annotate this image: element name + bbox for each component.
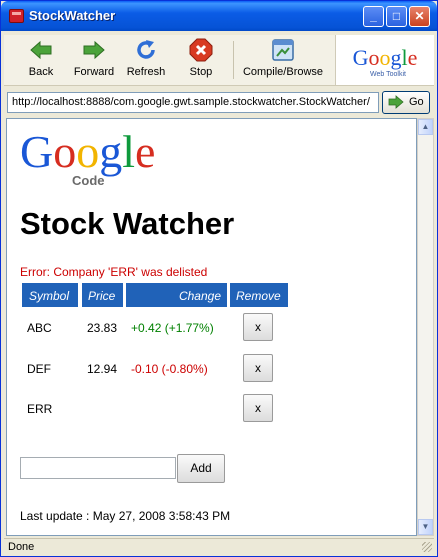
status-bar: Done: [4, 538, 434, 555]
svg-text:Google: Google: [20, 127, 155, 177]
compile-browse-icon: [272, 39, 294, 61]
forward-arrow-icon: [83, 40, 105, 60]
svg-text:Google: Google: [353, 45, 418, 70]
row-price: 12.94: [87, 362, 118, 376]
refresh-button[interactable]: Refresh: [123, 38, 169, 82]
remove-button[interactable]: x: [243, 313, 273, 341]
resize-grip-icon[interactable]: [422, 542, 432, 552]
toolbar-separator: [233, 41, 234, 79]
svg-text:Code: Code: [72, 173, 105, 188]
vertical-scrollbar[interactable]: ▲ ▼: [417, 118, 434, 536]
stop-button[interactable]: Stop: [181, 38, 221, 82]
title-bar[interactable]: StockWatcher _ □ ✕: [1, 1, 437, 31]
page-title: Stock Watcher: [20, 206, 235, 241]
scroll-down-icon[interactable]: ▼: [418, 519, 433, 535]
stop-label: Stop: [189, 66, 213, 78]
page-content: Google Code Stock Watcher Error: Company…: [6, 118, 417, 536]
window-title: StockWatcher: [29, 8, 116, 23]
error-message: Error: Company 'ERR' was delisted: [20, 265, 208, 279]
go-arrow-icon: [388, 95, 404, 109]
last-update: Last update : May 27, 2008 3:58:43 PM: [20, 509, 231, 523]
header-change: Change: [125, 282, 228, 308]
header-price: Price: [81, 282, 124, 308]
row-change: +0.42 (+1.77%): [131, 321, 214, 335]
remove-button[interactable]: x: [243, 394, 273, 422]
scroll-up-icon[interactable]: ▲: [418, 119, 433, 135]
url-field[interactable]: http://localhost:8888/com.google.gwt.sam…: [7, 92, 379, 113]
status-text: Done: [8, 541, 35, 553]
remove-button[interactable]: x: [243, 354, 273, 382]
stop-icon: [189, 38, 213, 62]
gwt-logo: Google Web Toolkit: [335, 35, 434, 85]
address-bar: http://localhost:8888/com.google.gwt.sam…: [4, 90, 434, 116]
google-code-logo-graphic: Google Code: [20, 126, 155, 188]
row-symbol: ERR: [27, 402, 53, 416]
close-button[interactable]: ✕: [409, 6, 430, 27]
row-change: -0.10 (-0.80%): [131, 362, 208, 376]
row-symbol: ABC: [27, 321, 52, 335]
app-icon: [9, 9, 24, 23]
row-symbol: DEF: [27, 362, 51, 376]
new-symbol-input[interactable]: [20, 457, 176, 479]
row-price: 23.83: [87, 321, 118, 335]
gwt-logo-graphic: Google Web Toolkit: [353, 45, 418, 78]
minimize-button[interactable]: _: [363, 6, 384, 27]
compile-browse-label: Compile/Browse: [242, 66, 324, 78]
browser-window: StockWatcher _ □ ✕ Back Forward Refresh: [0, 0, 438, 557]
google-code-logo: Google Code: [20, 126, 180, 192]
go-button[interactable]: Go: [382, 91, 430, 114]
back-label: Back: [28, 66, 54, 78]
back-button[interactable]: Back: [20, 38, 62, 82]
toolbar: Back Forward Refresh Stop Compile/Browse…: [4, 35, 434, 86]
forward-button[interactable]: Forward: [70, 38, 118, 82]
refresh-icon: [137, 40, 155, 59]
svg-text:Web Toolkit: Web Toolkit: [370, 71, 406, 78]
header-symbol: Symbol: [21, 282, 79, 308]
compile-browse-button[interactable]: Compile/Browse: [241, 38, 325, 82]
forward-label: Forward: [73, 66, 115, 78]
back-arrow-icon: [30, 40, 52, 60]
maximize-button[interactable]: □: [386, 6, 407, 27]
add-button[interactable]: Add: [177, 454, 225, 483]
refresh-label: Refresh: [126, 66, 166, 78]
go-label: Go: [409, 96, 424, 108]
header-remove: Remove: [229, 282, 289, 308]
